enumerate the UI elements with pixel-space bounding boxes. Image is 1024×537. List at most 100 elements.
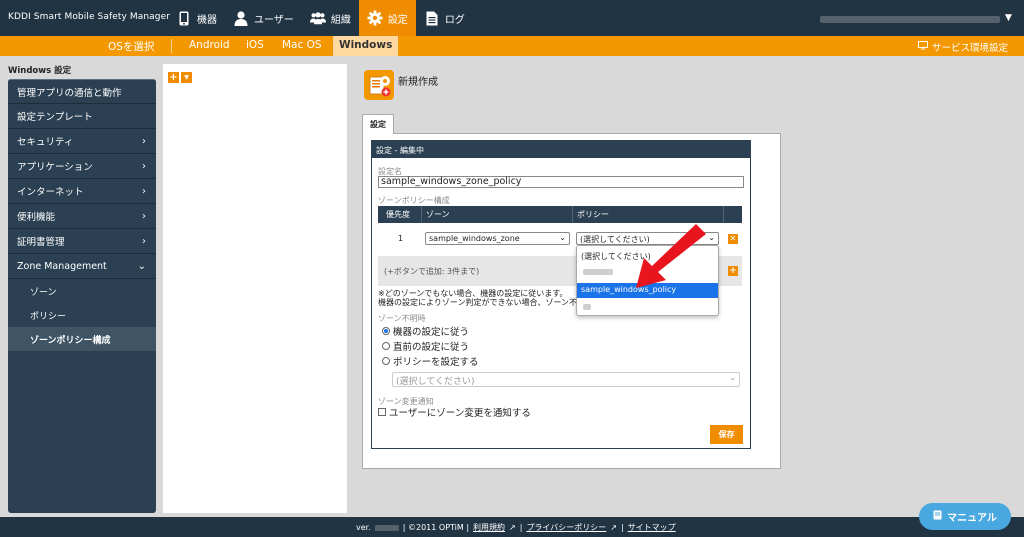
footer: ver. | ©2011 OPTiM | 利用規約 ↗ | プライバシーポリシー… [0,517,1024,537]
sidebar-item-label: Zone Management [17,260,107,272]
radio-label: 機器の設定に従う [393,327,470,338]
header-priority: 優先度 [386,210,410,219]
sidebar-subitem-policy[interactable]: ポリシー [8,303,156,327]
delete-row-button[interactable]: ✕ [728,234,738,244]
sidebar-item-security[interactable]: セキュリティ › [8,129,156,154]
tree-add-button[interactable]: + [168,72,179,83]
version-redacted [374,524,399,531]
save-button[interactable]: 保存 [710,425,743,444]
new-config-icon [364,70,394,100]
chevron-right-icon: › [142,135,146,147]
top-header: KDDI Smart Mobile Safety Manager 機器 ユーザー… [0,0,1024,36]
header-divider [723,206,724,223]
account-caret-icon[interactable]: ▼ [1005,13,1012,23]
radio-button[interactable] [382,327,390,335]
manual-button[interactable]: マニュアル [919,503,1011,530]
nav-settings[interactable]: 設定 [358,0,416,36]
sidebar-subitem-zone-policy-config[interactable]: ゾーンポリシー構成 [8,327,156,351]
sidebar-item-utilities[interactable]: 便利機能 › [8,204,156,229]
chevron-down-icon: ⌄ [559,233,566,242]
os-tab-ios[interactable]: iOS [246,39,264,51]
dropdown-option-redacted[interactable] [583,269,613,275]
sitemap-link[interactable]: サイトマップ [628,522,676,533]
notify-checkbox-row[interactable]: ユーザーにゾーン変更を通知する [378,405,531,419]
footer-sep: | [620,523,624,532]
radio-label: 直前の設定に従う [393,342,470,353]
radio-follow-device[interactable]: 機器の設定に従う [382,324,469,338]
chevron-down-icon: ⌄ [729,373,736,382]
main-nav: 機器 ユーザー 組織 設定 ログ [168,0,473,36]
sidebar-item-zone-management[interactable]: Zone Management ⌄ [8,254,156,279]
unknown-policy-select-value: (選択してください) [396,377,475,387]
privacy-link[interactable]: プライバシーポリシー [526,522,606,533]
chevron-right-icon: › [142,185,146,197]
unknown-policy-select[interactable]: (選択してください) ⌄ [392,372,740,387]
chevron-right-icon: › [142,235,146,247]
group-icon [309,10,326,26]
os-bar: OSを選択 Android iOS Mac OS Windows サービス環境設… [0,36,1024,56]
footer-sep: | [519,523,523,532]
notify-checkbox[interactable] [378,408,386,416]
sidebar-item-internet[interactable]: インターネット › [8,179,156,204]
service-settings-link[interactable]: サービス環境設定 [918,40,1008,54]
sidebar-item-templates[interactable]: 設定テンプレート [8,104,156,129]
tree-menu-button[interactable]: ▼ [181,72,192,83]
sidebar: 管理アプリの通信と動作 設定テンプレート セキュリティ › アプリケーション › イ… [8,79,156,513]
phone-icon [176,10,192,26]
radio-set-policy[interactable]: ポリシーを設定する [382,354,479,368]
header-divider [421,206,422,223]
document-icon [424,10,440,26]
row-priority: 1 [398,234,404,243]
add-hint: (+ボタンで追加: 3件まで) [384,267,480,276]
zone-select[interactable]: sample_windows_zone ⌄ [425,232,570,245]
sidebar-item-label: セキュリティ [17,137,74,148]
notify-checkbox-label: ユーザーにゾーン変更を通知する [389,408,531,419]
nav-organization-label: 組織 [330,14,351,26]
edit-panel-header: 設定 - 編集中 [372,141,750,158]
sidebar-item-label: 管理アプリの通信と動作 [17,87,122,99]
radio-label: ポリシーを設定する [393,357,479,368]
copyright: | ©2011 OPTiM | [402,523,470,532]
radio-follow-previous[interactable]: 直前の設定に従う [382,339,469,353]
zone-policy-config-label: ゾーンポリシー構成 [378,196,450,205]
manual-label: マニュアル [947,513,997,524]
chevron-right-icon: › [142,160,146,172]
sidebar-subitem-zone[interactable]: ゾーン [8,279,156,303]
page-title: 新規作成 [398,77,438,88]
os-tab-windows[interactable]: Windows [333,36,399,56]
os-select-label: OSを選択 [108,41,155,53]
external-link-icon: ↗ [509,523,516,532]
add-row-button[interactable]: + [728,266,738,276]
red-arrow-annotation [636,224,706,288]
sidebar-item-label: 証明書管理 [17,237,65,248]
dropdown-option-redacted[interactable] [583,304,591,310]
radio-button[interactable] [382,342,390,350]
radio-button[interactable] [382,357,390,365]
monitor-icon [918,41,928,53]
nav-organization[interactable]: 組織 [302,0,359,36]
os-tab-macos[interactable]: Mac OS [282,39,322,51]
terms-link[interactable]: 利用規約 [473,522,505,533]
nav-devices[interactable]: 機器 [168,0,225,36]
account-name-redacted[interactable] [820,16,1000,23]
nav-log[interactable]: ログ [416,0,473,36]
sidebar-item-applications[interactable]: アプリケーション › [8,154,156,179]
sidebar-item-label: 設定テンプレート [17,112,93,123]
tab-settings[interactable]: 設定 [362,114,394,134]
book-icon [933,510,942,523]
sidebar-item-certificates[interactable]: 証明書管理 › [8,229,156,254]
tree-panel: + ▼ [163,64,347,513]
gear-icon [367,10,383,26]
zone-policy-table-header: 優先度 ゾーン ポリシー [378,206,742,223]
external-link-icon: ↗ [610,523,617,532]
zone-select-value: sample_windows_zone [429,234,520,243]
nav-users[interactable]: ユーザー [225,0,302,36]
config-name-input[interactable]: sample_windows_zone_policy [378,176,744,188]
os-tab-android[interactable]: Android [189,39,230,51]
nav-devices-label: 機器 [197,14,217,26]
header-divider [572,206,573,223]
nav-settings-label: 設定 [387,14,408,26]
sidebar-item-app-communication[interactable]: 管理アプリの通信と動作 [8,79,156,104]
sidebar-item-label: アプリケーション [17,162,93,173]
footer-links: ver. | ©2011 OPTiM | 利用規約 ↗ | プライバシーポリシー… [356,522,676,533]
